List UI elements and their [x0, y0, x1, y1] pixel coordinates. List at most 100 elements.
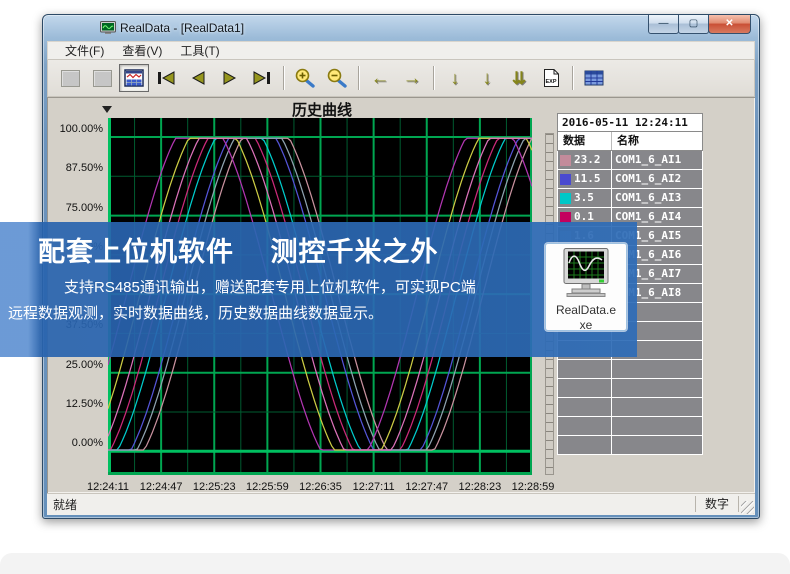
legend-value-cell — [558, 417, 611, 435]
move-down-double-button[interactable]: ⇊ — [504, 64, 534, 92]
legend-timestamp: 2016-05-11 12:24:11 — [557, 113, 703, 132]
zoom-out-icon — [326, 68, 348, 88]
legend-row[interactable] — [558, 360, 702, 378]
go-first-icon — [155, 70, 177, 86]
app-window-icon — [100, 21, 116, 35]
go-prev-icon — [187, 70, 209, 86]
legend-value-cell — [558, 379, 611, 397]
title-bar[interactable]: RealData - [RealData1] — ▢ ✕ — [47, 15, 755, 41]
legend-name-cell: COM1_6_AI1 — [612, 151, 702, 169]
y-tick-label: 87.50% — [47, 162, 103, 174]
promo-banner-title: 配套上位机软件 测控千米之外 — [38, 230, 439, 269]
marker-down-icon: ↓ — [451, 69, 460, 87]
pan-left-icon: ← — [371, 69, 390, 88]
legend-row[interactable] — [558, 436, 702, 454]
zoom-out-button[interactable] — [322, 64, 352, 92]
y-tick-label: 12.50% — [47, 398, 103, 410]
series-value: 23.2 — [574, 151, 601, 169]
series-color-chip — [560, 174, 571, 185]
move-down-icon: ↓ — [482, 69, 492, 88]
realdata-app-icon — [546, 248, 626, 303]
minimize-button[interactable]: — — [648, 15, 679, 34]
promo-banner-line1: 支持RS485通讯输出，赠送配套专用上位机软件，可实现PC端 — [64, 276, 476, 297]
legend-row[interactable] — [558, 398, 702, 416]
series-color-chip — [560, 155, 571, 166]
legend-name-cell — [612, 360, 702, 378]
toolbar-separator — [433, 66, 434, 90]
cursor-marker-icon[interactable] — [102, 106, 112, 113]
promo-banner-line2: 远程数据观测，实时数据曲线，历史数据曲线数据显示。 — [8, 302, 383, 323]
go-first-button[interactable] — [151, 64, 181, 92]
move-down-double-icon: ⇊ — [512, 70, 526, 87]
resize-grip[interactable] — [741, 501, 754, 514]
go-last-icon — [251, 70, 273, 86]
pan-right-icon: → — [403, 69, 422, 88]
series-value: 11.5 — [574, 170, 601, 188]
page-bottom-band — [0, 553, 790, 574]
x-tick-label: 12:24:47 — [131, 481, 191, 493]
legend-row[interactable]: 11.5 COM1_6_AI2 — [558, 170, 702, 188]
go-next-icon — [219, 70, 241, 86]
y-tick-label: 25.00% — [47, 359, 103, 371]
legend-row[interactable] — [558, 417, 702, 435]
x-tick-label: 12:25:23 — [184, 481, 244, 493]
blank-button-1 — [55, 64, 85, 92]
x-tick-label: 12:27:11 — [344, 481, 404, 493]
go-last-button[interactable] — [247, 64, 277, 92]
legend-value-cell: 3.5 — [558, 189, 611, 207]
legend-column-value: 数据 — [558, 132, 612, 150]
legend-row[interactable]: 23.2 COM1_6_AI1 — [558, 151, 702, 169]
maximize-button[interactable]: ▢ — [678, 15, 709, 34]
close-button[interactable]: ✕ — [708, 15, 751, 34]
move-down-button[interactable]: ↓ — [472, 64, 502, 92]
go-next-button[interactable] — [215, 64, 245, 92]
chart-title: 历史曲线 — [107, 99, 537, 120]
marker-down-button[interactable]: ↓ — [440, 64, 470, 92]
status-numeric-text: 数字 — [695, 496, 739, 512]
x-tick-label: 12:24:11 — [78, 481, 138, 493]
pan-left-button[interactable]: ← — [365, 64, 395, 92]
realdata-icon-label-line2: xe — [546, 318, 626, 333]
legend-row[interactable]: 3.5 COM1_6_AI3 — [558, 189, 702, 207]
series-value: 3.5 — [574, 189, 594, 207]
realdata-icon-label-line1: RealData.e — [546, 303, 626, 318]
legend-value-cell — [558, 360, 611, 378]
legend-name-cell: COM1_6_AI2 — [612, 170, 702, 188]
blank-button-2 — [87, 64, 117, 92]
curve-view-icon — [124, 69, 144, 87]
curve-view-button[interactable] — [119, 64, 149, 92]
y-tick-label: 0.00% — [47, 437, 103, 449]
menu-file[interactable]: 文件(F) — [56, 42, 113, 60]
legend-name-cell: COM1_6_AI3 — [612, 189, 702, 207]
status-ready-text: 就绪 — [47, 496, 77, 513]
legend-row[interactable] — [558, 379, 702, 397]
realdata-exe-icon-card[interactable]: RealData.e xe — [545, 243, 627, 331]
series-color-chip — [560, 212, 571, 223]
legend-name-cell — [612, 379, 702, 397]
x-tick-label: 12:27:47 — [397, 481, 457, 493]
svg-text:EXP: EXP — [545, 79, 556, 85]
legend-value-cell: 23.2 — [558, 151, 611, 169]
x-tick-label: 12:28:23 — [450, 481, 510, 493]
data-grid-icon — [584, 70, 604, 86]
pan-right-button[interactable]: → — [397, 64, 427, 92]
go-prev-button[interactable] — [183, 64, 213, 92]
zoom-in-button[interactable] — [290, 64, 320, 92]
y-tick-label: 100.00% — [47, 123, 103, 135]
x-tick-label: 12:28:59 — [503, 481, 563, 493]
legend-name-cell — [612, 398, 702, 416]
menu-view[interactable]: 查看(V) — [113, 42, 171, 60]
window-controls: — ▢ ✕ — [649, 15, 751, 34]
legend-value-cell — [558, 436, 611, 454]
legend-value-cell: 11.5 — [558, 170, 611, 188]
toolbar-separator — [358, 66, 359, 90]
data-grid-button[interactable] — [579, 64, 609, 92]
legend-header-row: 数据 名称 — [557, 132, 703, 151]
export-button[interactable]: EXP — [536, 64, 566, 92]
legend-value-cell — [558, 398, 611, 416]
blank-icon — [93, 70, 112, 87]
series-color-chip — [560, 193, 571, 204]
legend-name-cell — [612, 436, 702, 454]
menu-tools[interactable]: 工具(T) — [171, 42, 228, 60]
y-tick-label: 75.00% — [47, 202, 103, 214]
